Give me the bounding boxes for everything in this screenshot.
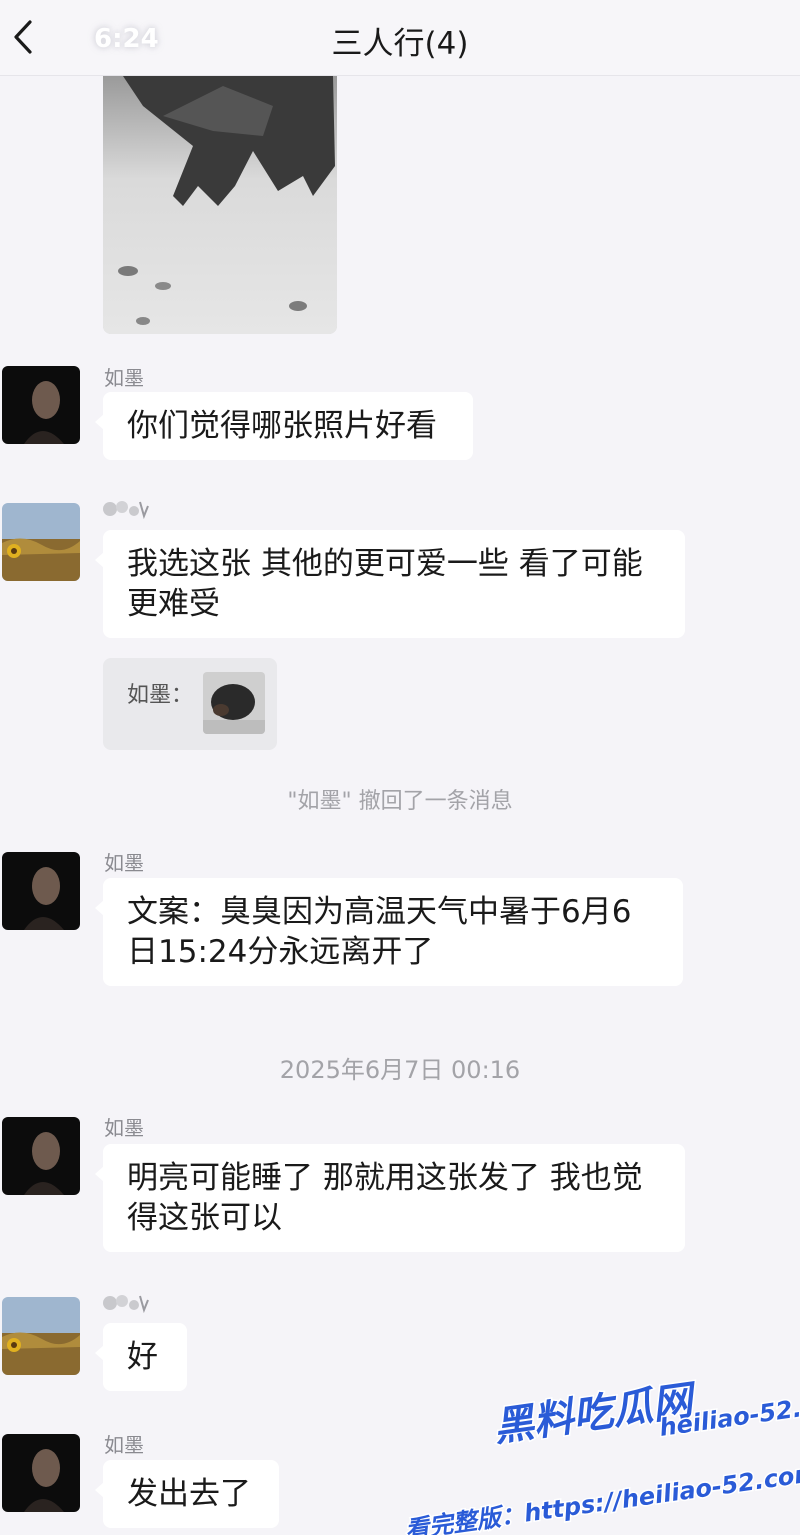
- sender-name: 如墨: [104, 851, 144, 875]
- timestamp-divider: 2025年6月7日 00:16: [279, 1056, 521, 1084]
- sunflower-field-avatar: [2, 503, 80, 581]
- avatar-rumo[interactable]: [2, 366, 80, 444]
- site-watermark: 黑料吃瓜网 heiliao-52.com 看完整版：https://heilia…: [402, 1375, 800, 1535]
- sender-name-blurred: [103, 501, 149, 520]
- chat-header: 6:24 三人行(4): [0, 0, 800, 76]
- avatar-member[interactable]: [2, 503, 80, 581]
- avatar-rumo[interactable]: [2, 852, 80, 930]
- recall-notice: "如墨" 撤回了一条消息: [287, 789, 513, 814]
- quote-photo-thumbnail: [203, 672, 265, 734]
- avatar-rumo[interactable]: [2, 1434, 80, 1512]
- sender-name: 如墨: [104, 1433, 144, 1457]
- sender-name: 如墨: [104, 366, 144, 390]
- watermark-brand: 黑料吃瓜网: [491, 1377, 701, 1451]
- quoted-message[interactable]: 如墨：: [103, 658, 277, 750]
- sender-name: 如墨: [104, 1116, 144, 1140]
- man-portrait-avatar: [2, 852, 80, 930]
- dog-photo-thumbnail: [203, 672, 265, 734]
- sunflower-field-avatar: [2, 1297, 80, 1375]
- message-bubble[interactable]: 发出去了: [95, 1460, 279, 1528]
- man-portrait-avatar: [2, 1434, 80, 1512]
- quote-sender-label: 如墨：: [127, 683, 194, 708]
- avatar-rumo[interactable]: [2, 1117, 80, 1195]
- avatar-member[interactable]: [2, 1297, 80, 1375]
- message-bubble[interactable]: 好: [95, 1323, 187, 1391]
- message-bubble[interactable]: 你们觉得哪张照片好看: [95, 392, 473, 460]
- sender-name-blurred: [103, 1295, 149, 1314]
- chat-title: 三人行(4): [331, 26, 469, 62]
- message-bubble[interactable]: 文案：臭臭因为高温天气中暑于6月6日15:24分永远离开了: [95, 878, 683, 986]
- man-portrait-avatar: [2, 366, 80, 444]
- photo-message[interactable]: [103, 76, 337, 334]
- watermark-domain: heiliao-52.com: [658, 1387, 800, 1442]
- dog-photo: [103, 76, 337, 334]
- message-bubble[interactable]: 明亮可能睡了 那就用这张发了 我也觉得这张可以: [95, 1144, 685, 1252]
- message-bubble[interactable]: 我选这张 其他的更可爱一些 看了可能更难受: [95, 530, 685, 638]
- watermark-url-line: 看完整版：https://heiliao-52.com: [403, 1458, 800, 1535]
- man-portrait-avatar: [2, 1117, 80, 1195]
